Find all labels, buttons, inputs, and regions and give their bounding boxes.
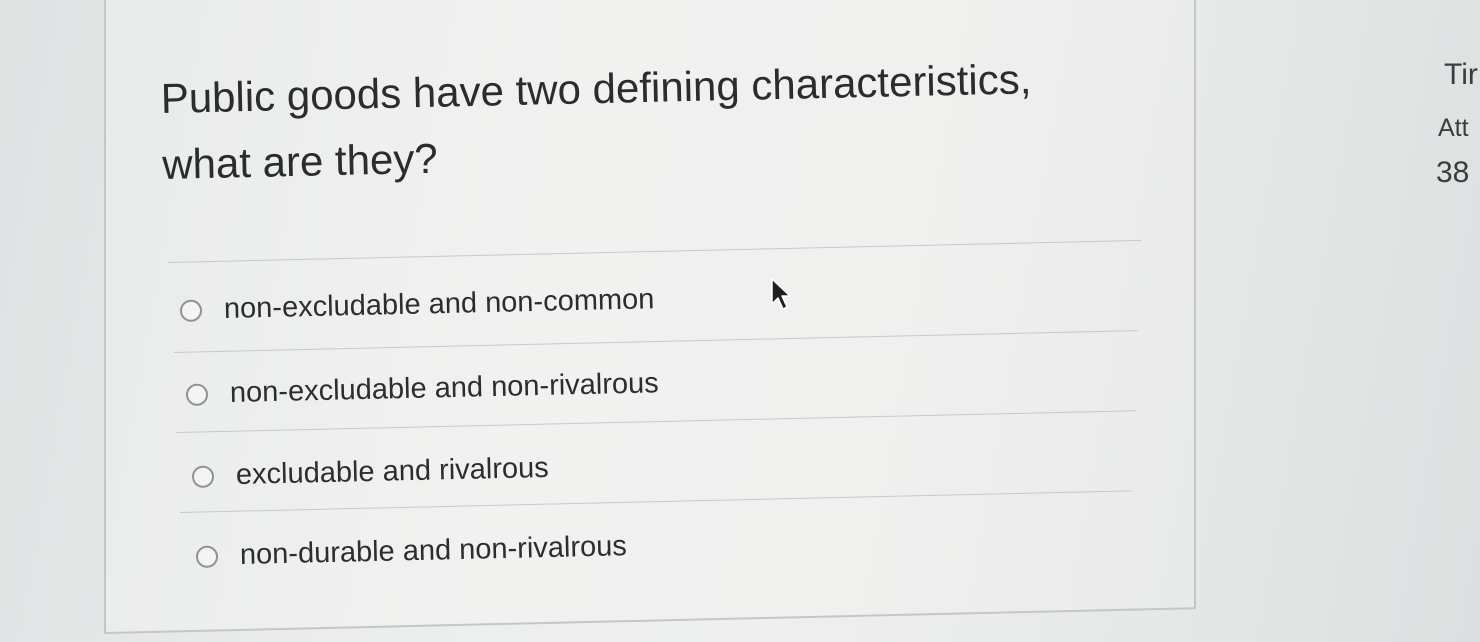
- timer-label: Tir: [1444, 58, 1478, 91]
- attempt-label: Att: [1438, 114, 1469, 142]
- screen: Public goods have two defining character…: [0, 0, 1480, 642]
- radio-unselected-icon[interactable]: [195, 545, 219, 568]
- question-text: Public goods have two defining character…: [160, 55, 1032, 188]
- mouse-pointer-icon: [771, 278, 791, 310]
- radio-unselected-icon[interactable]: [185, 383, 209, 406]
- radio-unselected-icon[interactable]: [179, 299, 203, 322]
- radio-unselected-icon[interactable]: [191, 465, 215, 488]
- attempt-value: 38: [1436, 156, 1470, 189]
